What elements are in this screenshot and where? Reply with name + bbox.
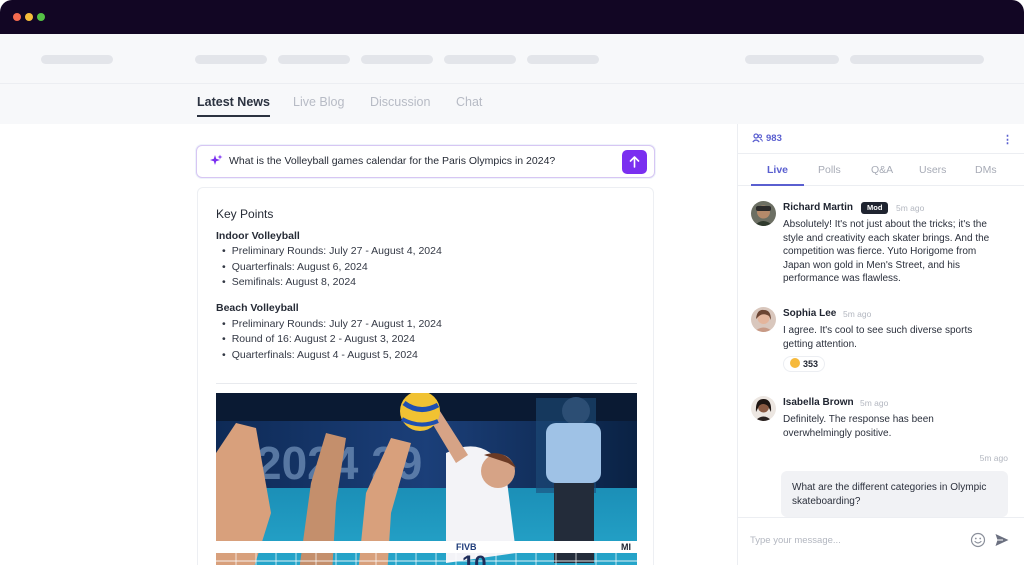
sparkle-icon xyxy=(210,154,223,165)
own-message-bubble: What are the different categories in Oly… xyxy=(781,471,1008,517)
list-item: Preliminary Rounds: July 27 - August 4, … xyxy=(222,245,442,257)
chat-tab-dms[interactable]: DMs xyxy=(975,164,997,176)
list-item: Round of 16: August 2 - August 3, 2024 xyxy=(222,333,415,345)
mod-badge: Mod xyxy=(861,202,889,214)
close-window-button[interactable] xyxy=(13,13,21,21)
author-name[interactable]: Isabella Brown xyxy=(783,397,854,408)
avatar[interactable] xyxy=(751,307,776,332)
more-options-icon[interactable]: ⋮ xyxy=(1002,133,1013,146)
chat-tab-users[interactable]: Users xyxy=(919,164,946,176)
active-tab-indicator xyxy=(751,184,804,186)
users-icon xyxy=(752,133,763,143)
chat-message: Richard Martin Mod 5m ago Absolutely! It… xyxy=(751,201,1013,293)
browser-window: Latest News Live Blog Discussion Chat Wh… xyxy=(0,0,1024,565)
author-name[interactable]: Richard Martin xyxy=(783,202,853,213)
emoji-icon[interactable] xyxy=(970,532,986,548)
svg-text:MI: MI xyxy=(621,542,631,552)
message-text: I agree. It's cool to see such diverse s… xyxy=(783,325,973,350)
key-points-title: Key Points xyxy=(216,207,274,221)
viewer-count: 983 xyxy=(752,133,782,144)
logo-placeholder xyxy=(41,55,113,64)
chat-tabs: Live Polls Q&A Users DMs xyxy=(738,154,1024,186)
tab-latest-news[interactable]: Latest News xyxy=(197,95,270,117)
message-time: 5m ago xyxy=(843,309,872,319)
tab-discussion[interactable]: Discussion xyxy=(370,95,430,109)
arrow-up-icon xyxy=(629,156,640,168)
nav-placeholder xyxy=(444,55,516,64)
volleyball-photo: 2024 29 xyxy=(216,393,637,565)
grinning-face-icon xyxy=(790,358,800,368)
message-composer xyxy=(738,517,1024,565)
tab-live-blog[interactable]: Live Blog xyxy=(293,95,344,109)
ask-submit-button[interactable] xyxy=(622,150,647,174)
message-text: Absolutely! It's not just about the tric… xyxy=(783,219,990,284)
minimize-window-button[interactable] xyxy=(25,13,33,21)
message-text: Definitely. The response has been overwh… xyxy=(783,414,934,439)
divider xyxy=(216,383,637,384)
list-item: Semifinals: August 8, 2024 xyxy=(222,276,356,288)
avatar[interactable] xyxy=(751,201,776,226)
chat-message: Sophia Lee 5m ago I agree. It's cool to … xyxy=(751,307,1013,377)
chat-tab-qa[interactable]: Q&A xyxy=(871,164,893,176)
maximize-window-button[interactable] xyxy=(37,13,45,21)
nav-placeholder xyxy=(527,55,599,64)
author-name[interactable]: Sophia Lee xyxy=(783,308,836,319)
chat-tab-polls[interactable]: Polls xyxy=(818,164,841,176)
action-placeholder xyxy=(745,55,839,64)
main-content: What is the Volleyball games calendar fo… xyxy=(0,124,737,565)
ask-bar: What is the Volleyball games calendar fo… xyxy=(196,145,655,178)
action-placeholder xyxy=(850,55,984,64)
jersey-number: 10 xyxy=(462,551,486,565)
content-tabs: Latest News Live Blog Discussion Chat xyxy=(0,84,1024,124)
tab-chat[interactable]: Chat xyxy=(456,95,482,109)
site-header-placeholder xyxy=(0,34,1024,84)
send-icon[interactable] xyxy=(994,532,1010,548)
reaction-badge[interactable]: 353 xyxy=(783,356,826,372)
message-time: 5m ago xyxy=(896,203,925,213)
message-input[interactable] xyxy=(750,532,960,548)
section-heading: Beach Volleyball xyxy=(216,302,299,314)
nav-placeholder xyxy=(361,55,433,64)
list-item: Quarterfinals: August 4 - August 5, 2024 xyxy=(222,349,418,361)
ask-question-input[interactable]: What is the Volleyball games calendar fo… xyxy=(229,155,555,167)
nav-placeholder xyxy=(195,55,267,64)
nav-placeholder xyxy=(278,55,350,64)
list-item: Quarterfinals: August 6, 2024 xyxy=(222,261,368,273)
list-item: Preliminary Rounds: July 27 - August 1, … xyxy=(222,318,442,330)
viewer-count-value: 983 xyxy=(766,133,782,144)
title-bar xyxy=(0,0,1024,34)
message-time: 5m ago xyxy=(860,398,889,408)
avatar[interactable] xyxy=(751,396,776,421)
chat-message: Isabella Brown 5m ago Definitely. The re… xyxy=(751,396,1013,446)
own-message-time: 5m ago xyxy=(979,453,1008,463)
chat-header: 983 ⋮ xyxy=(738,124,1024,154)
chat-panel: 983 ⋮ Live Polls Q&A Users DMs Richard M… xyxy=(737,124,1024,565)
section-heading: Indoor Volleyball xyxy=(216,230,300,242)
answer-card: Key Points Indoor Volleyball Preliminary… xyxy=(197,187,654,565)
chat-tab-live[interactable]: Live xyxy=(767,164,788,176)
reaction-count: 353 xyxy=(803,359,819,369)
